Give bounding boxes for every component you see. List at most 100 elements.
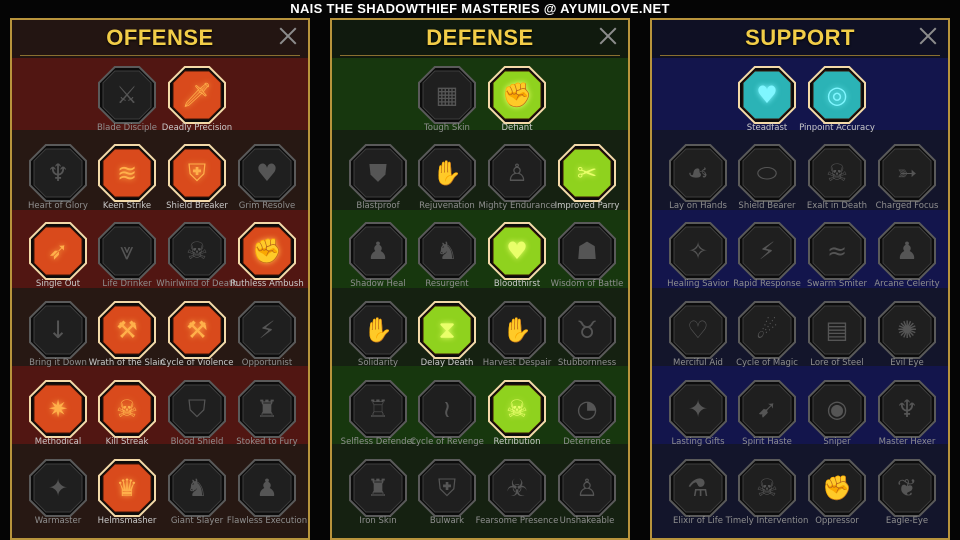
strongman-icon: ♙ xyxy=(576,474,598,502)
mastery-deadly-precision[interactable]: 🗡 Deadly Precision xyxy=(162,66,232,144)
mastery-merciful-aid[interactable]: ♡ Merciful Aid xyxy=(664,301,732,379)
mastery-shield-breaker[interactable]: ⛨ Shield Breaker xyxy=(163,144,231,222)
mastery-helmsmasher[interactable]: ♛ Helmsmasher xyxy=(93,459,161,537)
mastery-pinpoint-accuracy[interactable]: ◎ Pinpoint Accuracy xyxy=(799,66,875,144)
mastery-opportunist[interactable]: ⚡ Opportunist xyxy=(233,301,301,379)
round-shield-icon: ⬭ xyxy=(756,159,778,187)
mastery-deterrence[interactable]: ◔ Deterrence xyxy=(553,380,621,458)
mastery-label: Wisdom of Battle xyxy=(550,279,624,289)
mastery-elixir-of-life[interactable]: ⚗ Elixir of Life xyxy=(664,459,732,537)
muscle-man-icon: ♙ xyxy=(506,159,528,187)
angry-figure-icon: ♜ xyxy=(256,395,278,423)
mastery-warmaster[interactable]: ✦ Warmaster xyxy=(24,459,92,537)
axe-icon: ⚒ xyxy=(186,316,208,344)
broken-shield-icon: ⛨ xyxy=(188,159,206,187)
mastery-heart-of-glory[interactable]: ♆ Heart of Glory xyxy=(24,144,92,222)
swarm-icon: ≈ xyxy=(826,237,848,265)
mastery-bloodthirst[interactable]: ♥ Bloodthirst xyxy=(483,222,551,300)
mastery-resurgent[interactable]: ♞ Resurgent xyxy=(413,222,481,300)
mastery-lasting-gifts[interactable]: ✦ Lasting Gifts xyxy=(664,380,732,458)
mastery-iron-skin[interactable]: ♜ Iron Skin xyxy=(344,459,412,537)
mastery-wisdom-of-battle[interactable]: ☗ Wisdom of Battle xyxy=(551,222,623,300)
mastery-label: Grim Resolve xyxy=(238,201,296,211)
mastery-master-hexer[interactable]: ♆ Master Hexer xyxy=(873,380,941,458)
mastery-grim-resolve[interactable]: ♥ Grim Resolve xyxy=(233,144,301,222)
mastery-exalt-in-death[interactable]: ☠ Exalt in Death xyxy=(803,144,871,222)
mastery-blade-disciple[interactable]: ⚔ Blade Disciple xyxy=(93,66,161,144)
mastery-lay-on-hands[interactable]: ☙ Lay on Hands xyxy=(664,144,732,222)
close-icon[interactable] xyxy=(278,26,298,46)
mastery-flawless-execution[interactable]: ♟ Flawless Execution xyxy=(227,459,307,537)
close-icon[interactable] xyxy=(918,26,938,46)
mastery-eagle-eye[interactable]: ❦ Eagle-Eye xyxy=(873,459,941,537)
mastery-whirlwind-of-death[interactable]: ☠ Whirlwind of Death xyxy=(156,222,238,300)
glowing-skull-icon: ☠ xyxy=(506,395,528,423)
mastery-single-out[interactable]: ➶ Single Out xyxy=(24,222,92,300)
mastery-rejuvenation[interactable]: ✋ Rejuvenation xyxy=(413,144,481,222)
mastery-solidarity[interactable]: ✋ Solidarity xyxy=(344,301,412,379)
mastery-selfless-defender[interactable]: ♖ Selfless Defender xyxy=(341,380,415,458)
close-icon[interactable] xyxy=(598,26,618,46)
hand-drop-icon: ✋ xyxy=(432,159,462,187)
mastery-unshakeable[interactable]: ♙ Unshakeable xyxy=(553,459,621,537)
mastery-methodical[interactable]: ✷ Methodical xyxy=(24,380,92,458)
mastery-blood-shield[interactable]: ⛉ Blood Shield xyxy=(163,380,231,458)
mastery-shadow-heal[interactable]: ♟ Shadow Heal xyxy=(344,222,412,300)
mastery-cycle-of-magic[interactable]: ☄ Cycle of Magic xyxy=(733,301,801,379)
mastery-spirit-haste[interactable]: ➹ Spirit Haste xyxy=(733,380,801,458)
falling-blade-icon: ↓ xyxy=(47,316,69,344)
mastery-keen-strike[interactable]: ≋ Keen Strike xyxy=(93,144,161,222)
mastery-rapid-response[interactable]: ⚡ Rapid Response xyxy=(733,222,801,300)
mastery-harvest-despair[interactable]: ✋ Harvest Despair xyxy=(483,301,551,379)
scales-armor-icon: ▦ xyxy=(435,81,459,109)
mastery-retribution[interactable]: ☠ Retribution xyxy=(483,380,551,458)
mastery-steadfast[interactable]: ♥ Steadfast xyxy=(733,66,801,144)
mastery-bulwark[interactable]: ⛨ Bulwark xyxy=(413,459,481,537)
mastery-tough-skin[interactable]: ▦ Tough Skin xyxy=(413,66,481,144)
mastery-arcane-celerity[interactable]: ♟ Arcane Celerity xyxy=(873,222,941,300)
mastery-delay-death[interactable]: ⧗ Delay Death xyxy=(413,301,481,379)
mastery-label: Charged Focus xyxy=(875,201,939,211)
bullseye-icon: ◎ xyxy=(826,81,848,109)
mastery-ruthless-ambush[interactable]: ✊ Ruthless Ambush xyxy=(230,222,304,300)
hand-heart-icon: ♥ xyxy=(756,81,778,109)
mastery-cycle-of-revenge[interactable]: ≀ Cycle of Revenge xyxy=(410,380,484,458)
mastery-stubbornness[interactable]: ♉ Stubbornness xyxy=(553,301,621,379)
compass-star-icon: ✦ xyxy=(687,395,709,423)
eye-icon: ◉ xyxy=(826,395,848,423)
mastery-label: Defiant xyxy=(501,123,533,133)
mastery-label: Flawless Execution xyxy=(226,516,308,526)
chest-armor-icon: ⛊ xyxy=(369,159,387,187)
knight-icon: ♞ xyxy=(436,237,458,265)
sword-sparkle-icon: ✦ xyxy=(47,474,69,502)
mastery-life-drinker[interactable]: ⩔ Life Drinker xyxy=(93,222,161,300)
mastery-bring-it-down[interactable]: ↓ Bring it Down xyxy=(24,301,92,379)
mastery-oppressor[interactable]: ✊ Oppressor xyxy=(803,459,871,537)
mastery-defiant[interactable]: ✊ Defiant xyxy=(483,66,551,144)
mastery-stoked-to-fury[interactable]: ♜ Stoked to Fury xyxy=(233,380,301,458)
mastery-kill-streak[interactable]: ☠ Kill Streak xyxy=(93,380,161,458)
praying-hands-icon: ☙ xyxy=(687,159,709,187)
mastery-charged-focus[interactable]: ➳ Charged Focus xyxy=(873,144,941,222)
mastery-label: Pinpoint Accuracy xyxy=(799,123,875,133)
mastery-lore-of-steel[interactable]: ▤ Lore of Steel xyxy=(803,301,871,379)
giant-icon: ♞ xyxy=(186,474,208,502)
fist-hammer-icon: ⚒ xyxy=(116,316,138,344)
mastery-timely-intervention[interactable]: ☠ Timely Intervention xyxy=(726,459,808,537)
heart-horns-icon: ♆ xyxy=(47,159,69,187)
mastery-blastproof[interactable]: ⛊ Blastproof xyxy=(344,144,412,222)
mastery-shield-bearer[interactable]: ⬭ Shield Bearer xyxy=(733,144,801,222)
demon-face-icon: ☣ xyxy=(506,474,528,502)
mastery-improved-parry[interactable]: ✂ Improved Parry xyxy=(553,144,621,222)
mastery-healing-savior[interactable]: ✧ Healing Savior xyxy=(664,222,732,300)
mastery-fearsome-presence[interactable]: ☣ Fearsome Presence xyxy=(476,459,558,537)
mastery-cycle-of-violence[interactable]: ⚒ Cycle of Violence xyxy=(161,301,233,379)
mastery-swarm-smiter[interactable]: ≈ Swarm Smiter xyxy=(803,222,871,300)
mastery-wrath-of-the-slain[interactable]: ⚒ Wrath of the Slain xyxy=(89,301,165,379)
panel-title: SUPPORT xyxy=(745,25,855,50)
mastery-mighty-endurance[interactable]: ♙ Mighty Endurance xyxy=(478,144,556,222)
fist-dagger-icon: ✊ xyxy=(252,237,282,265)
mastery-giant-slayer[interactable]: ♞ Giant Slayer xyxy=(163,459,231,537)
mastery-sniper[interactable]: ◉ Sniper xyxy=(803,380,871,458)
mastery-evil-eye[interactable]: ✺ Evil Eye xyxy=(873,301,941,379)
